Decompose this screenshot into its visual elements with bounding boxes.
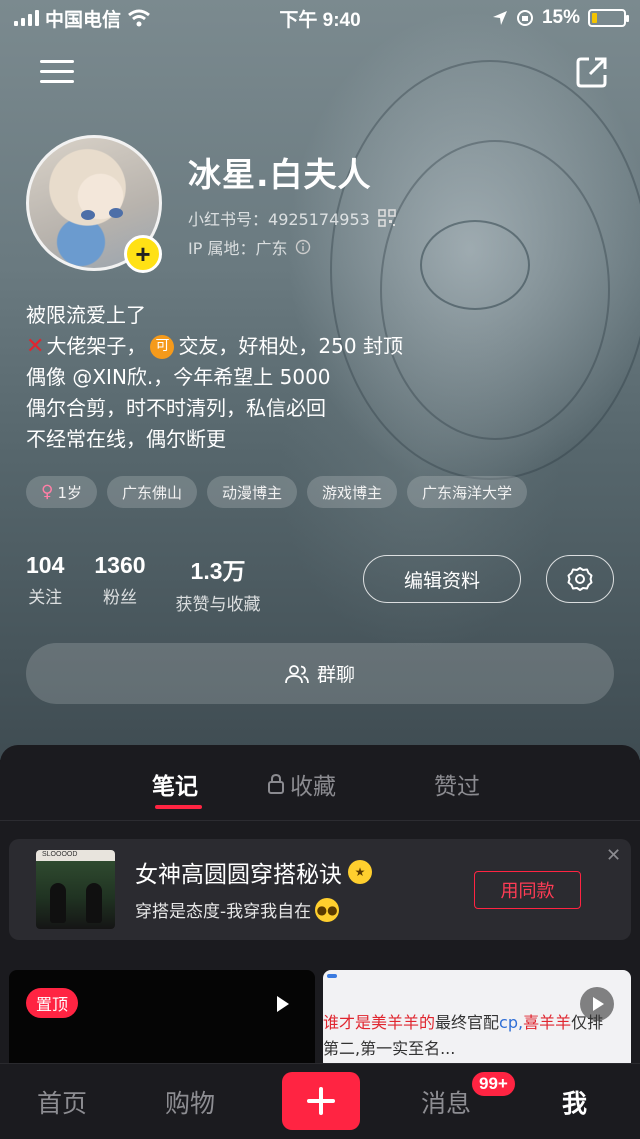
carrier-name: 中国电信	[45, 9, 122, 31]
note-text-segment: 第二,第一实至名...	[323, 1039, 456, 1058]
bio-line: 被限流爱上了	[26, 303, 146, 327]
nav-me[interactable]: 我	[562, 1084, 587, 1120]
tab-notes[interactable]: 笔记	[152, 767, 198, 801]
bio-line: 不经常在线，偶尔断更	[26, 427, 226, 451]
promo-title: 女神高圆圆穿搭秘诀 ★	[135, 855, 372, 889]
close-icon[interactable]: ✕	[606, 845, 621, 866]
following-count: 104	[26, 552, 65, 578]
tag-location: 广东佛山	[107, 476, 198, 508]
group-chat-button[interactable]: 群聊	[26, 643, 614, 704]
active-tab-indicator	[155, 805, 202, 809]
bio-line: 偶像 @XIN欣.，今年希望上 5000	[26, 365, 331, 389]
ip-location: 广东	[255, 239, 288, 258]
template-promo-card[interactable]: SLOOOOD 女神高圆圆穿搭秘诀 ★ 穿搭是态度-我穿我自在 ●● 用同款 ✕	[9, 839, 631, 940]
plus-icon	[307, 1087, 335, 1115]
battery-percent: 15%	[541, 7, 580, 28]
bottom-nav: 首页 购物 消息 99+ 我	[0, 1063, 640, 1139]
group-icon	[285, 664, 309, 683]
menu-icon	[40, 60, 74, 83]
tag-category: 动漫博主	[207, 476, 298, 508]
promo-subtitle: 穿搭是态度-我穿我自在 ●●	[135, 897, 340, 922]
note-text-segment: cp,	[499, 1013, 524, 1032]
messages-badge: 99+	[470, 1070, 517, 1098]
content-tabs: 笔记 收藏 赞过	[0, 745, 640, 821]
edit-profile-button[interactable]: 编辑资料	[363, 555, 521, 603]
promo-subtitle-text: 穿搭是态度-我穿我自在	[135, 902, 312, 922]
cross-mark-icon: ✕	[26, 334, 45, 359]
nav-messages[interactable]: 消息	[421, 1084, 471, 1120]
wifi-icon	[128, 9, 150, 27]
tag-label: 广东海洋大学	[422, 483, 513, 502]
likes-label: 获赞与收藏	[175, 595, 261, 615]
followers-label: 粉丝	[102, 588, 137, 608]
create-post-button[interactable]	[282, 1072, 360, 1130]
tag-label: 游戏博主	[322, 483, 383, 502]
redbook-id: 4925174953	[268, 210, 370, 229]
share-button[interactable]	[572, 52, 612, 92]
likes-count: 1.3万	[190, 558, 246, 584]
nav-shop[interactable]: 购物	[165, 1084, 215, 1120]
note-text-segment: 最终官配	[435, 1013, 500, 1032]
following-label: 关注	[28, 588, 63, 608]
tab-label: 收藏	[290, 774, 336, 800]
group-chat-label: 群聊	[316, 664, 355, 686]
video-play-icon	[277, 996, 289, 1012]
coin-icon: 可	[150, 334, 175, 359]
redbook-id-label: 小红书号：	[188, 210, 269, 229]
tag-school: 广东海洋大学	[407, 476, 528, 508]
promo-title-text: 女神高圆圆穿搭秘诀	[135, 862, 342, 888]
status-bar: 中国电信 下午 9:40 15%	[0, 0, 640, 36]
bio-text: 交友，好相处，250 封顶	[178, 334, 403, 358]
star-struck-emoji-icon: ★	[348, 860, 372, 884]
orientation-lock-icon	[516, 10, 533, 26]
sunglasses-emoji-icon: ●●	[315, 897, 340, 922]
tag-label: 广东佛山	[122, 483, 183, 502]
note-preview-text: 谁才是美羊羊的最终官配cp,喜羊羊仅排 第二,第一实至名...	[323, 1010, 623, 1062]
ip-location-row: IP 属地：广东	[188, 235, 311, 259]
promo-thumbnail: SLOOOOD	[36, 850, 115, 929]
tag-category: 游戏博主	[307, 476, 398, 508]
note-text-segment: 谁才是美羊羊的	[323, 1013, 436, 1032]
thumbnail-caption: SLOOOOD	[42, 851, 78, 858]
tag-age: ♀ 1岁	[26, 476, 97, 508]
bio-text: 大佬架子，	[46, 334, 147, 358]
profile-tags: ♀ 1岁 广东佛山 动漫博主 游戏博主 广东海洋大学	[26, 476, 528, 508]
note-text-segment: 喜羊羊	[523, 1013, 572, 1032]
lock-icon	[268, 773, 284, 794]
battery-icon	[588, 9, 629, 27]
bio-line: ✕ 大佬架子， 可 交友，好相处，250 封顶	[26, 331, 403, 362]
bio-line: 偶尔合剪，时不时清列，私信必回	[26, 396, 326, 420]
gear-icon	[567, 567, 593, 591]
tag-label: 1岁	[57, 483, 82, 502]
tab-label: 笔记	[152, 774, 198, 800]
menu-button[interactable]	[37, 52, 77, 92]
note-card[interactable]: 谁才是美羊羊的最终官配cp,喜羊羊仅排 第二,第一实至名...	[323, 970, 631, 1070]
stat-likes[interactable]: 1.3万 获赞与收藏	[176, 552, 261, 615]
pinned-badge: 置顶	[26, 988, 79, 1018]
redbook-id-row: 小红书号：4925174953	[188, 206, 396, 230]
add-avatar-button[interactable]: +	[124, 235, 162, 273]
stat-followers[interactable]: 1360 粉丝	[94, 552, 145, 615]
note-card[interactable]: 置顶	[9, 970, 315, 1070]
followers-count: 1360	[94, 552, 146, 578]
settings-button[interactable]	[546, 555, 614, 603]
tab-collections[interactable]: 收藏	[266, 767, 336, 801]
qr-code-icon[interactable]	[378, 209, 396, 227]
nav-home[interactable]: 首页	[37, 1084, 87, 1120]
tab-liked[interactable]: 赞过	[434, 767, 480, 801]
signal-icon	[14, 10, 39, 26]
ip-location-label: IP 属地：	[188, 239, 256, 258]
note-text-segment: 仅排	[571, 1013, 604, 1032]
location-icon	[492, 11, 507, 25]
profile-stats: 104 关注 1360 粉丝 1.3万 获赞与收藏	[26, 552, 291, 615]
female-icon: ♀	[41, 482, 54, 502]
info-icon[interactable]	[295, 239, 311, 255]
tag-label: 动漫博主	[222, 483, 283, 502]
profile-bio: 被限流爱上了 ✕ 大佬架子， 可 交友，好相处，250 封顶 偶像 @XIN欣.…	[26, 300, 403, 455]
nickname: 冰星.白夫人	[188, 155, 372, 194]
tab-label: 赞过	[434, 774, 480, 800]
use-template-button[interactable]: 用同款	[474, 871, 581, 909]
share-icon	[576, 57, 607, 88]
stat-following[interactable]: 104 关注	[26, 552, 64, 615]
